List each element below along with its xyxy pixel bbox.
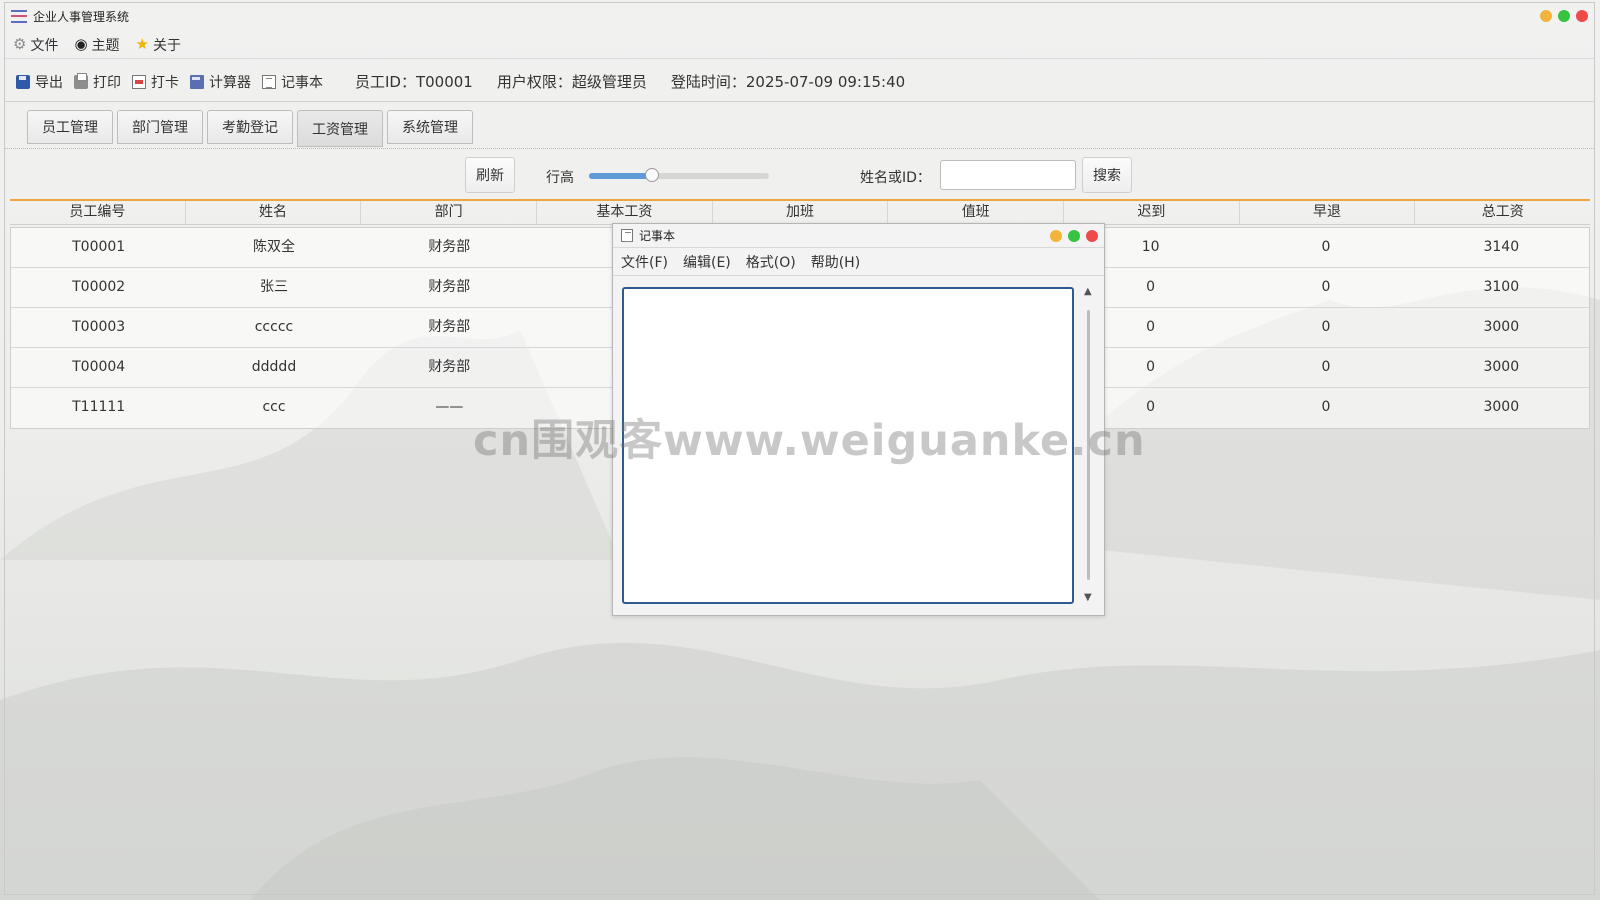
table-cell: 3000: [1483, 319, 1520, 335]
refresh-button[interactable]: 刷新: [465, 157, 515, 193]
window-title: 企业人事管理系统: [33, 9, 130, 24]
punch-card-label: 打卡: [151, 74, 179, 91]
notepad-menu-file[interactable]: 文件(F): [621, 252, 668, 272]
table-cell: T00004: [72, 359, 126, 375]
menu-file-label: 文件: [30, 37, 59, 54]
notepad-menu-format[interactable]: 格式(O): [746, 252, 796, 272]
maximize-button[interactable]: [1558, 10, 1570, 22]
tab-bar: 员工管理 部门管理 考勤登记 工资管理 系统管理: [27, 110, 473, 147]
tab-divider: [5, 148, 1594, 149]
eye-icon: ◉: [74, 35, 88, 53]
calculator-button[interactable]: 计算器: [190, 72, 251, 92]
column-header[interactable]: 部门: [361, 201, 538, 224]
notepad-button[interactable]: 记事本: [262, 72, 323, 92]
tab-employee-management[interactable]: 员工管理: [27, 110, 113, 144]
save-icon: [16, 74, 30, 89]
menu-about-label: 关于: [153, 37, 181, 54]
menu-theme[interactable]: ◉ 主题: [74, 35, 119, 55]
punch-card-icon: [132, 74, 146, 89]
printer-icon: [74, 72, 88, 89]
column-header[interactable]: 值班: [888, 201, 1065, 224]
table-cell: 0: [1321, 399, 1331, 415]
table-cell: T00003: [72, 319, 126, 335]
menu-theme-label: 主题: [91, 37, 120, 54]
column-header[interactable]: 早退: [1240, 201, 1416, 224]
table-cell: 3000: [1483, 399, 1520, 415]
table-cell: 3140: [1483, 239, 1520, 255]
table-cell: 财务部: [428, 239, 471, 255]
table-cell: 财务部: [428, 359, 471, 375]
table-cell: T00002: [72, 279, 126, 295]
login-time-info: 登陆时间：2025-07-09 09:15:40: [670, 73, 906, 91]
search-label: 姓名或ID：: [860, 170, 931, 186]
table-cell: 0: [1321, 279, 1331, 295]
table-cell: 财务部: [428, 319, 471, 335]
scroll-up-icon[interactable]: ▲: [1084, 286, 1092, 297]
column-header[interactable]: 基本工资: [537, 201, 713, 224]
notepad-label: 记事本: [281, 74, 323, 91]
notepad-icon: [262, 74, 276, 89]
minimize-button[interactable]: [1540, 10, 1552, 22]
toolbar: 导出 打印 打卡 计算器 记事本 员工ID：T00001 用户权限：超级管理员 …: [5, 62, 1594, 102]
table-cell: T00001: [72, 239, 126, 255]
table-cell: 3000: [1483, 359, 1520, 375]
search-input[interactable]: [940, 160, 1076, 190]
column-header[interactable]: 员工编号: [10, 201, 186, 224]
notepad-close-button[interactable]: [1086, 229, 1098, 242]
table-cell: ccccc: [254, 319, 294, 335]
permission-info: 用户权限：超级管理员: [496, 73, 647, 91]
notepad-title: 记事本: [639, 229, 676, 243]
column-header[interactable]: 迟到: [1064, 201, 1240, 224]
calculator-icon: [190, 74, 204, 89]
scroll-down-icon[interactable]: ▼: [1084, 592, 1092, 603]
table-cell: 张三: [259, 279, 288, 295]
table-cell: T11111: [72, 399, 126, 415]
menu-bar: ⚙ 文件 ◉ 主题 ★ 关于: [5, 31, 1594, 59]
star-icon: ★: [135, 35, 149, 53]
gear-icon: ⚙: [13, 35, 27, 53]
table-cell: 3100: [1483, 279, 1520, 295]
watermark: cn围观客www.weiguanke.cn: [473, 416, 1146, 466]
close-button[interactable]: [1576, 10, 1588, 22]
slider-handle[interactable]: [645, 168, 659, 182]
row-height-label: 行高: [546, 170, 574, 186]
app-menu-icon: [11, 9, 27, 23]
menu-about[interactable]: ★ 关于: [136, 35, 181, 55]
slider-fill: [589, 173, 652, 179]
table-cell: ccc: [262, 399, 286, 415]
column-header[interactable]: 总工资: [1415, 201, 1590, 224]
print-button[interactable]: 打印: [74, 72, 121, 92]
notepad-maximize-button[interactable]: [1068, 229, 1080, 242]
search-button[interactable]: 搜索: [1082, 157, 1132, 193]
tab-department-management[interactable]: 部门管理: [117, 110, 203, 144]
tab-attendance[interactable]: 考勤登记: [207, 110, 293, 144]
notepad-menu-help[interactable]: 帮助(H): [811, 252, 860, 272]
notepad-title-bar[interactable]: 记事本: [613, 224, 1104, 248]
table-cell: 陈双全: [252, 239, 295, 255]
column-header[interactable]: 加班: [713, 201, 889, 224]
calculator-label: 计算器: [209, 74, 251, 91]
window-title-bar: 企业人事管理系统: [5, 3, 1594, 29]
export-button[interactable]: 导出: [16, 72, 63, 92]
tab-salary-management[interactable]: 工资管理: [297, 110, 383, 147]
table-header: 员工编号 姓名 部门 基本工资 加班 值班 迟到 早退 总工资: [10, 201, 1590, 225]
table-cell: 0: [1321, 359, 1331, 375]
table-cell: 财务部: [428, 279, 471, 295]
tab-system-management[interactable]: 系统管理: [387, 110, 473, 144]
notepad-menu-bar: 文件(F) 编辑(E) 格式(O) 帮助(H): [613, 248, 1104, 276]
menu-file[interactable]: ⚙ 文件: [13, 35, 58, 55]
punch-card-button[interactable]: 打卡: [132, 72, 179, 92]
notepad-minimize-button[interactable]: [1050, 229, 1062, 242]
row-height-slider[interactable]: [589, 168, 769, 182]
notepad-icon: [621, 229, 633, 242]
table-cell: 0: [1321, 239, 1331, 255]
print-label: 打印: [93, 74, 121, 91]
notepad-menu-edit[interactable]: 编辑(E): [683, 252, 731, 272]
column-header[interactable]: 姓名: [186, 201, 362, 224]
table-cell: 0: [1321, 319, 1331, 335]
export-label: 导出: [35, 74, 63, 91]
employee-id-info: 员工ID：T00001: [355, 73, 473, 91]
table-cell: ddddd: [251, 359, 297, 375]
